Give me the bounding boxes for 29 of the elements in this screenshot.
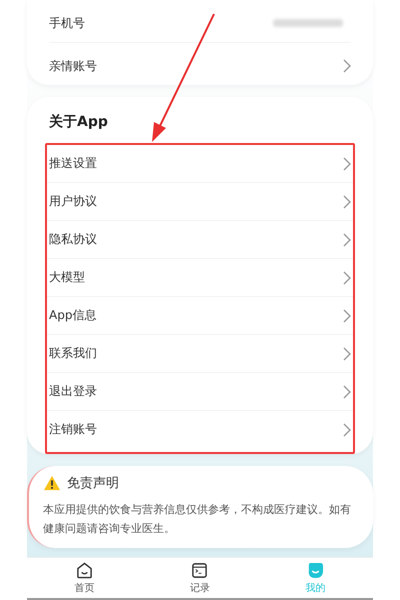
warning-icon (43, 475, 61, 491)
chevron-icon (343, 422, 351, 436)
blurred-value (273, 19, 343, 27)
settings-item[interactable]: 推送设置 (47, 145, 353, 183)
terminal-icon (191, 562, 208, 578)
row-label: 亲情账号 (49, 58, 97, 74)
chevron-icon (343, 346, 351, 360)
chevron-icon (343, 156, 351, 170)
chevron-icon (343, 194, 351, 208)
settings-item[interactable]: App信息 (47, 297, 353, 335)
home-icon (76, 562, 94, 578)
tab[interactable]: 首页 (27, 558, 142, 598)
disclaimer-title: 免责声明 (67, 475, 119, 492)
disclaimer-text: 本应用提供的饮食与营养信息仅供参考，不构成医疗建议。如有健康问题请咨询专业医生。 (43, 502, 352, 537)
chevron-icon (343, 270, 351, 284)
chevron-icon (343, 384, 351, 398)
settings-item[interactable]: 联系我们 (47, 335, 353, 373)
row-label: 手机号 (49, 14, 85, 32)
chevron-icon (343, 308, 351, 322)
chevron-icon (343, 59, 351, 73)
settings-item[interactable]: 退出登录 (47, 373, 353, 411)
smile-icon (306, 562, 324, 578)
settings-item[interactable]: 隐私协议 (47, 221, 353, 259)
section-title: 关于App (48, 113, 109, 132)
settings-item[interactable]: 大模型 (47, 259, 353, 297)
chevron-icon (343, 232, 351, 246)
settings-item[interactable]: 用户协议 (47, 183, 353, 221)
tab[interactable]: 记录 (142, 558, 258, 598)
settings-item[interactable]: 注销账号 (47, 411, 353, 448)
